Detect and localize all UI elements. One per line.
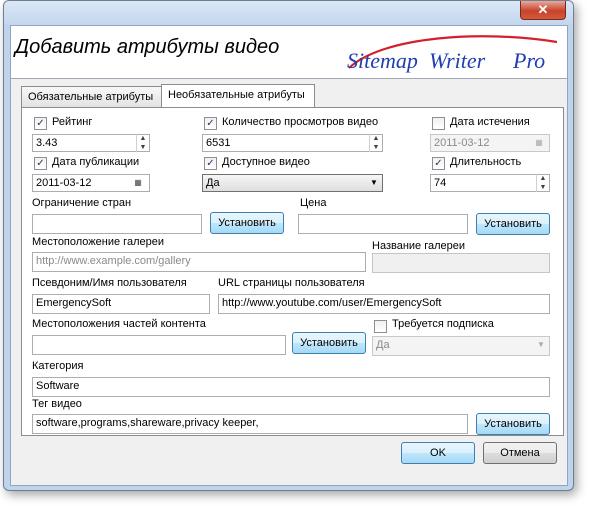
country-restriction-set-button[interactable]: Установить xyxy=(210,212,284,234)
subscription-select[interactable]: Да xyxy=(372,336,550,356)
subscription-checkbox[interactable] xyxy=(374,320,387,333)
expiration-calendar-icon[interactable]: ▦ xyxy=(531,135,547,153)
duration-label: Длительность xyxy=(450,156,522,168)
gallery-location-placeholder: http://www.example.com/gallery xyxy=(36,255,191,267)
tab-optional-attributes[interactable]: Необязательные атрибуты xyxy=(161,84,315,107)
sitemapwriter-pro-logo: Sitemap Writer Pro xyxy=(347,35,558,73)
country-restriction-label: Ограничение стран xyxy=(32,197,132,209)
available-dropdown-icon[interactable]: ▼ xyxy=(366,175,382,193)
gallery-location-label: Местоположение галереи xyxy=(32,236,164,248)
tags-input[interactable]: software,programs,shareware,privacy keep… xyxy=(32,414,468,434)
views-spinner[interactable]: ▲ ▼ xyxy=(369,134,382,152)
dialog-title: Добавить атрибуты видео xyxy=(15,36,280,58)
dialog-window: ✕ Добавить атрибуты видео Sitemap Writer… xyxy=(3,0,574,491)
spin-up-icon[interactable]: ▲ xyxy=(537,174,549,183)
content-segments-input[interactable] xyxy=(32,335,286,355)
expiration-label: Дата истечения xyxy=(450,116,530,128)
uploader-url-label: URL страницы пользователя xyxy=(218,277,365,289)
spin-down-icon[interactable]: ▼ xyxy=(137,143,149,152)
subscription-dropdown-icon[interactable]: ▼ xyxy=(533,337,549,355)
title-bar[interactable]: ✕ xyxy=(4,1,573,25)
publication-label: Дата публикации xyxy=(52,156,140,168)
tags-value: software,programs,shareware,privacy keep… xyxy=(36,417,259,429)
publication-value: 2011-03-12 xyxy=(36,177,92,189)
spin-down-icon[interactable]: ▼ xyxy=(370,143,382,152)
spin-up-icon[interactable]: ▲ xyxy=(370,134,382,143)
spin-up-icon[interactable]: ▲ xyxy=(137,134,149,143)
publication-calendar-icon[interactable]: ▦ xyxy=(130,175,146,193)
uploader-value: EmergencySoft xyxy=(36,297,112,309)
gallery-name-label: Название галереи xyxy=(372,240,466,252)
dialog-header: Добавить атрибуты видео Sitemap Writer P… xyxy=(11,26,567,79)
views-label: Количество просмотров видео xyxy=(222,116,379,128)
logo-pro-text: Pro xyxy=(512,48,545,73)
rating-label: Рейтинг xyxy=(52,116,93,128)
price-label: Цена xyxy=(300,197,327,209)
duration-value: 74 xyxy=(434,177,447,189)
subscription-value: Да xyxy=(376,339,390,351)
logo-sitemap-text: Sitemap xyxy=(347,48,418,73)
rating-checkbox[interactable]: ✓ xyxy=(34,117,47,130)
uploader-label: Псевдоним/Имя пользователя xyxy=(32,277,187,289)
views-checkbox[interactable]: ✓ xyxy=(204,117,217,130)
uploader-input[interactable]: EmergencySoft xyxy=(32,294,210,314)
uploader-url-input[interactable]: http://www.youtube.com/user/EmergencySof… xyxy=(218,294,550,314)
publication-checkbox[interactable]: ✓ xyxy=(34,157,47,170)
duration-input[interactable]: 74 xyxy=(430,174,550,192)
close-button[interactable]: ✕ xyxy=(520,1,566,20)
gallery-name-input[interactable] xyxy=(372,253,550,273)
views-value: 6531 xyxy=(206,137,231,149)
rating-spinner[interactable]: ▲ ▼ xyxy=(136,134,149,152)
duration-checkbox[interactable]: ✓ xyxy=(432,157,445,170)
gallery-location-input[interactable]: http://www.example.com/gallery xyxy=(32,252,366,272)
content-segments-set-button[interactable]: Установить xyxy=(292,332,366,354)
views-input[interactable]: 6531 xyxy=(202,134,383,152)
category-input[interactable]: Software xyxy=(32,377,550,397)
tags-set-button[interactable]: Установить xyxy=(476,413,550,435)
available-checkbox[interactable]: ✓ xyxy=(204,157,217,170)
ok-button[interactable]: OK xyxy=(401,442,475,464)
logo-writer-text: Writer xyxy=(429,48,486,73)
dialog-client: Добавить атрибуты видео Sitemap Writer P… xyxy=(10,25,568,486)
uploader-url-value: http://www.youtube.com/user/EmergencySof… xyxy=(222,297,442,309)
category-value: Software xyxy=(36,380,80,392)
spin-down-icon[interactable]: ▼ xyxy=(537,183,549,192)
country-restriction-input[interactable] xyxy=(32,214,202,234)
rating-value: 3.43 xyxy=(36,137,58,149)
price-input[interactable] xyxy=(298,214,468,234)
cancel-button[interactable]: Отмена xyxy=(483,442,557,464)
price-set-button[interactable]: Установить xyxy=(476,213,550,235)
duration-spinner[interactable]: ▲ ▼ xyxy=(536,174,549,192)
tags-label: Тег видео xyxy=(32,398,82,410)
optional-attributes-panel: ✓ Рейтинг 3.43 ▲ ▼ ✓ Количество просмотр… xyxy=(21,107,564,436)
expiration-checkbox[interactable] xyxy=(432,117,445,130)
available-label: Доступное видео xyxy=(222,156,310,168)
subscription-label: Требуется подписка xyxy=(392,318,494,330)
available-select[interactable]: Да xyxy=(202,174,383,192)
available-value: Да xyxy=(206,177,220,189)
tab-required-attributes[interactable]: Обязательные атрибуты xyxy=(21,86,162,107)
expiration-value: 2011-03-12 xyxy=(434,137,490,149)
content-segments-label: Местоположения частей контента xyxy=(32,318,206,330)
category-label: Категория xyxy=(32,360,84,372)
rating-input[interactable]: 3.43 xyxy=(32,134,150,152)
